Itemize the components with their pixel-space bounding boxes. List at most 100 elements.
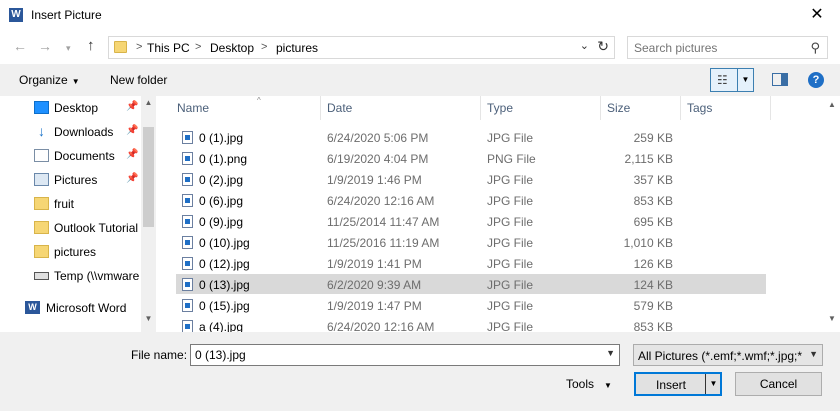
address-bar[interactable]: > This PC > Desktop > pictures ⌄ ↻ [108, 36, 615, 59]
word-icon: W [9, 8, 23, 22]
file-row-selected[interactable]: 0 (13).jpg 6/2/2020 9:39 AM JPG File 124… [176, 274, 766, 294]
tools-button[interactable]: Tools ▼ [566, 377, 612, 391]
file-row[interactable]: 0 (6).jpg 6/24/2020 12:16 AM JPG File 85… [176, 190, 766, 210]
file-row[interactable]: 0 (12).jpg 1/9/2019 1:41 PM JPG File 126… [176, 253, 766, 273]
breadcrumb-separator[interactable]: > [136, 41, 142, 53]
file-type-filter-value: All Pictures (*.emf;*.wmf;*.jpg;* [638, 349, 802, 363]
close-icon[interactable]: ✕ [794, 0, 840, 30]
file-type-filter-select[interactable]: All Pictures (*.emf;*.wmf;*.jpg;* ▼ [633, 344, 823, 366]
column-label: Name [177, 101, 210, 115]
organize-button[interactable]: Organize ▼ [19, 73, 80, 87]
file-list: ^ Name Date Type Size Tags 0 (1).jpg 6/2… [156, 96, 840, 332]
file-name: 0 (9).jpg [199, 215, 244, 229]
file-row[interactable]: a (4).jpg 6/24/2020 12:16 AM JPG File 85… [176, 316, 766, 332]
pin-icon[interactable]: 📌 [126, 101, 138, 112]
image-file-icon [182, 173, 193, 186]
sidebar-item-microsoft-word[interactable]: W Microsoft Word [0, 297, 141, 319]
image-file-icon [182, 299, 193, 312]
breadcrumb-separator[interactable]: > [261, 41, 267, 53]
up-arrow-icon[interactable]: ↑ [87, 37, 95, 54]
details-view-icon: ☷ [717, 73, 728, 87]
navigation-bar: ← → ▾ ↑ > This PC > Desktop > pictures ⌄… [0, 30, 840, 64]
help-icon[interactable]: ? [808, 72, 824, 88]
file-date: 1/9/2019 1:47 PM [327, 299, 422, 313]
change-view-button[interactable]: ☷ ▼ [710, 68, 754, 92]
folder-icon [114, 41, 127, 53]
file-name: 0 (15).jpg [199, 299, 250, 313]
file-row[interactable]: 0 (1).png 6/19/2020 4:04 PM PNG File 2,1… [176, 148, 766, 168]
network-drive-icon [34, 272, 49, 280]
chevron-down-icon: ▼ [71, 77, 80, 86]
new-folder-button[interactable]: New folder [110, 73, 167, 87]
scroll-down-icon[interactable]: ▼ [141, 314, 156, 330]
column-header-size[interactable]: Size [601, 96, 681, 120]
sidebar-item-outlook-tutorial[interactable]: Outlook Tutorial [0, 217, 141, 239]
sidebar-item-desktop[interactable]: Desktop 📌 [0, 97, 141, 119]
scrollbar-thumb[interactable] [143, 127, 154, 227]
insert-options-chevron-icon[interactable]: ▼ [705, 374, 721, 394]
address-history-chevron-icon[interactable]: ⌄ [580, 39, 589, 52]
file-row[interactable]: 0 (9).jpg 11/25/2014 11:47 AM JPG File 6… [176, 211, 766, 231]
file-row[interactable]: 0 (10).jpg 11/25/2016 11:19 AM JPG File … [176, 232, 766, 252]
file-size: 124 KB [633, 278, 673, 292]
folder-icon [34, 197, 49, 210]
back-arrow-icon[interactable]: ← [13, 38, 27, 54]
breadcrumb-separator[interactable]: > [195, 41, 201, 53]
file-row[interactable]: 0 (15).jpg 1/9/2019 1:47 PM JPG File 579… [176, 295, 766, 315]
file-row[interactable]: 0 (1).jpg 6/24/2020 5:06 PM JPG File 259… [176, 127, 766, 147]
file-date: 6/24/2020 12:16 AM [327, 194, 435, 208]
breadcrumb-desktop[interactable]: Desktop [210, 41, 254, 55]
sidebar-item-documents[interactable]: Documents 📌 [0, 145, 141, 167]
file-name-combobox[interactable]: ▼ [190, 344, 620, 366]
chevron-down-icon[interactable]: ▼ [737, 69, 753, 91]
file-name-label: File name: [131, 348, 188, 362]
file-list-scrollbar[interactable]: ▲ ▼ [824, 96, 840, 332]
column-header-type[interactable]: Type [481, 96, 601, 120]
column-header-name[interactable]: ^ Name [171, 96, 321, 120]
file-date: 1/9/2019 1:46 PM [327, 173, 422, 187]
search-box[interactable]: ⚲ [627, 36, 828, 59]
download-icon: ↓ [38, 123, 45, 139]
column-header-tags[interactable]: Tags [681, 96, 771, 120]
sidebar-item-pictures[interactable]: Pictures 📌 [0, 169, 141, 191]
dialog-footer: File name: ▼ All Pictures (*.emf;*.wmf;*… [0, 332, 840, 411]
insert-button[interactable]: Insert ▼ [634, 372, 722, 396]
sidebar-item-temp-network[interactable]: Temp (\\vmware [0, 265, 141, 287]
scroll-up-icon[interactable]: ▲ [824, 100, 840, 116]
breadcrumb-this-pc[interactable]: This PC [147, 41, 190, 55]
pin-icon[interactable]: 📌 [126, 125, 138, 136]
file-row[interactable]: 0 (2).jpg 1/9/2019 1:46 PM JPG File 357 … [176, 169, 766, 189]
sort-ascending-icon: ^ [257, 96, 261, 105]
chevron-down-icon[interactable]: ▼ [606, 348, 615, 358]
sidebar-item-downloads[interactable]: ↓ Downloads 📌 [0, 121, 141, 143]
breadcrumb-pictures[interactable]: pictures [276, 41, 318, 55]
search-input[interactable] [634, 38, 804, 58]
sidebar-scrollbar[interactable]: ▲ ▼ [141, 96, 156, 332]
cancel-button[interactable]: Cancel [735, 372, 822, 396]
file-name: 0 (13).jpg [199, 278, 250, 292]
refresh-icon[interactable]: ↻ [597, 38, 609, 55]
file-date: 6/2/2020 9:39 AM [327, 278, 422, 292]
scroll-down-icon[interactable]: ▼ [824, 314, 840, 330]
sidebar-item-label: Downloads [54, 125, 114, 139]
documents-icon [34, 149, 49, 162]
pictures-icon [34, 173, 49, 186]
image-file-icon [182, 236, 193, 249]
image-file-icon [182, 131, 193, 144]
sidebar-item-label: fruit [54, 197, 75, 211]
recent-locations-chevron-icon[interactable]: ▾ [66, 43, 71, 54]
image-file-icon [182, 257, 193, 270]
search-icon[interactable]: ⚲ [810, 40, 820, 56]
column-header-date[interactable]: Date [321, 96, 481, 120]
sidebar-item-fruit[interactable]: fruit [0, 193, 141, 215]
scroll-up-icon[interactable]: ▲ [141, 98, 156, 114]
forward-arrow-icon[interactable]: → [38, 38, 52, 54]
pin-icon[interactable]: 📌 [126, 149, 138, 160]
sidebar-item-pictures-folder[interactable]: pictures [0, 241, 141, 263]
sidebar-item-label: Pictures [54, 173, 98, 187]
file-name-input[interactable] [195, 346, 595, 364]
file-type: JPG File [487, 278, 534, 292]
pin-icon[interactable]: 📌 [126, 173, 138, 184]
preview-pane-icon[interactable] [772, 73, 788, 86]
tools-label: Tools [566, 377, 595, 391]
